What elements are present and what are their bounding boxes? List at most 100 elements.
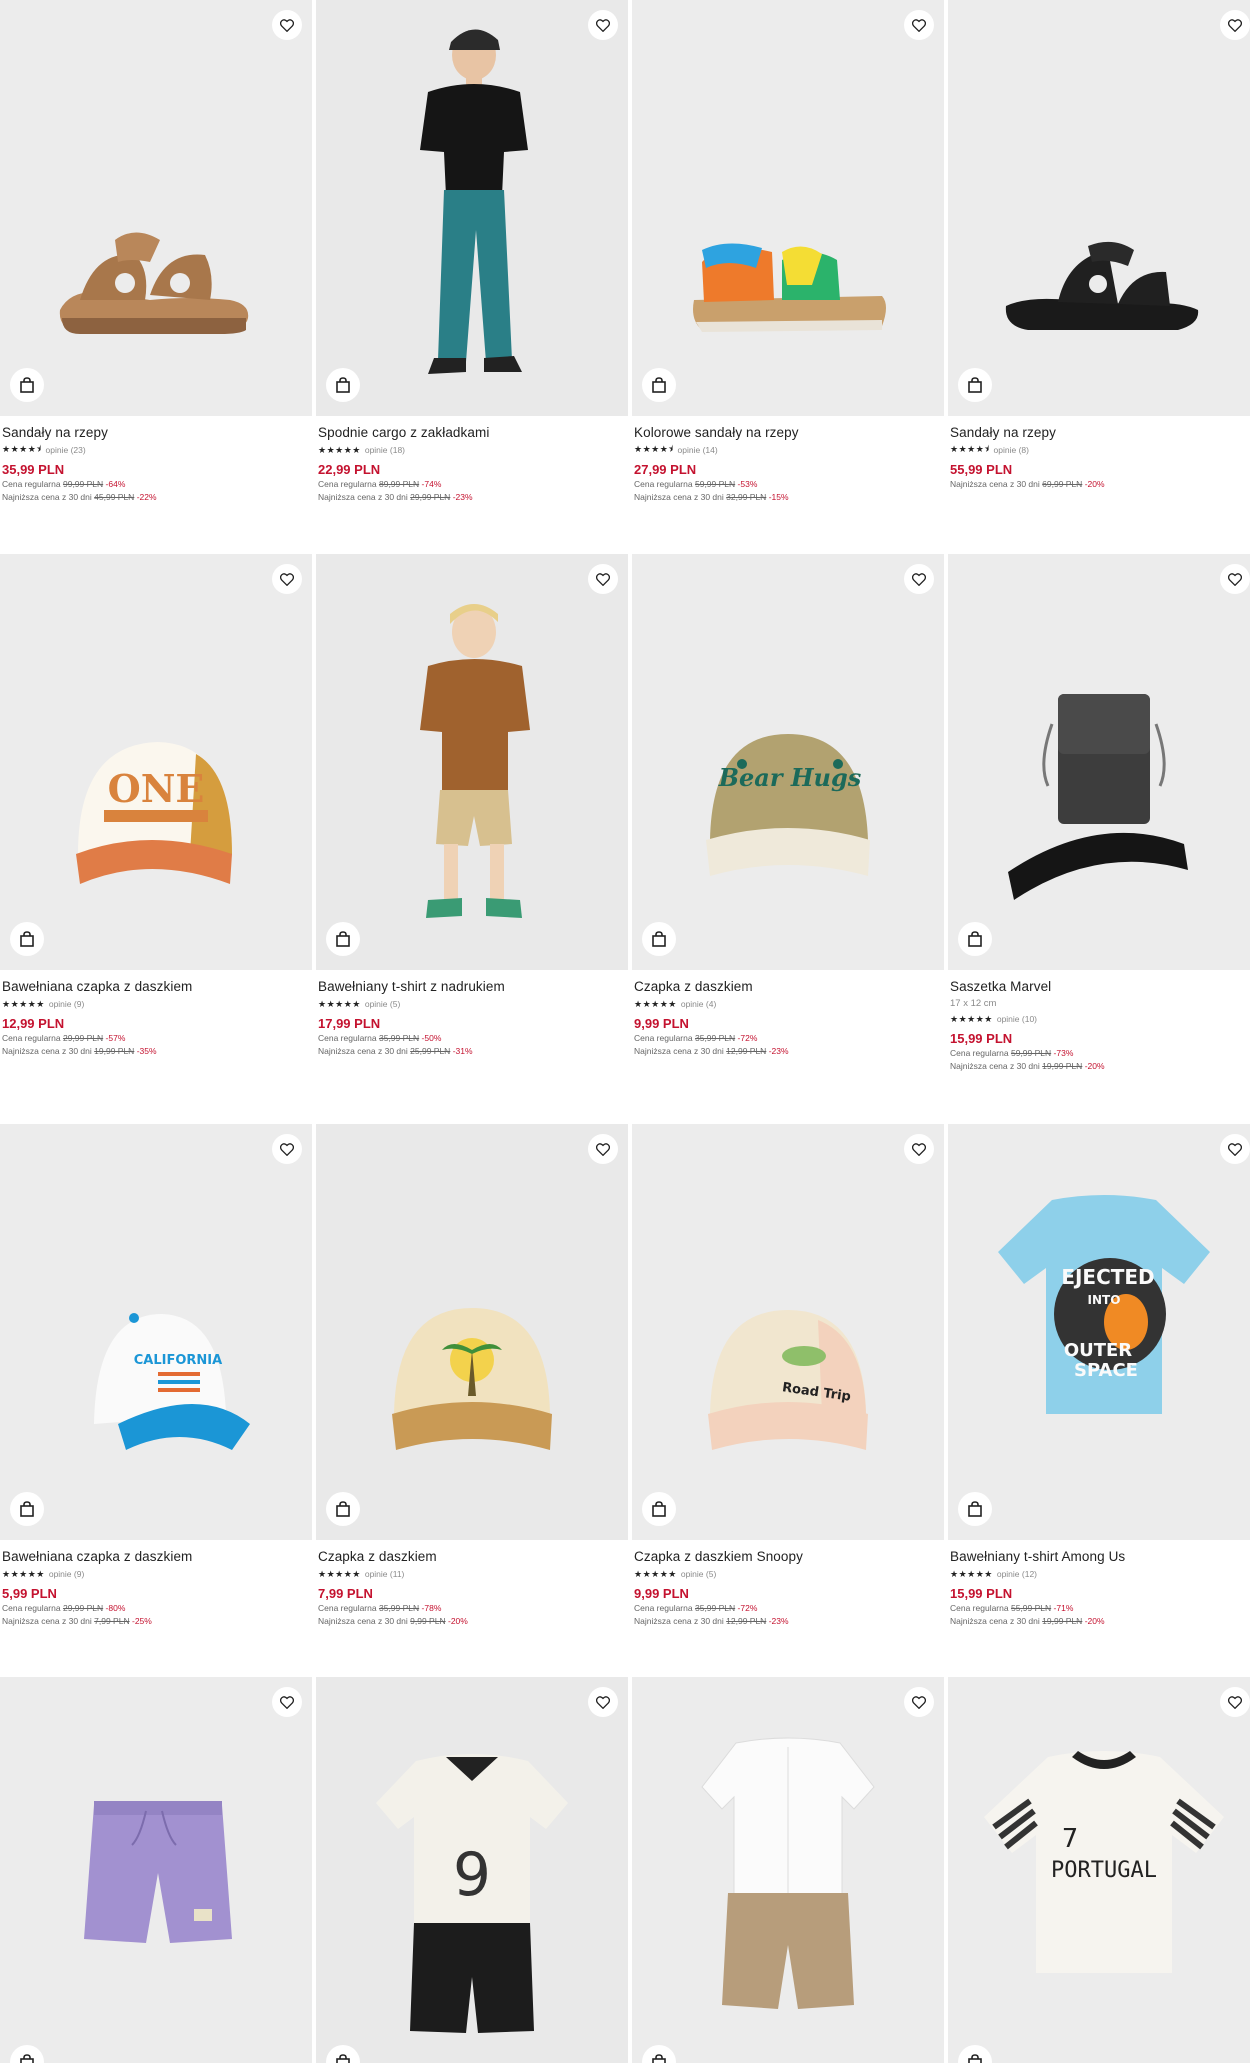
product-image[interactable] — [0, 0, 312, 416]
cap-snoopy-image: Road Trip — [708, 1310, 868, 1450]
product-card[interactable] — [632, 1677, 944, 2063]
product-card[interactable]: Sandały na rzepy ★★★★⯨ opinie (23) 35,99… — [0, 0, 312, 504]
add-to-cart-button[interactable] — [958, 922, 992, 956]
heart-icon — [596, 1142, 610, 1156]
add-to-wishlist-button[interactable] — [904, 1687, 934, 1717]
product-image[interactable] — [0, 1677, 312, 2063]
add-to-wishlist-button[interactable] — [1220, 1687, 1250, 1717]
product-card[interactable]: Sandały na rzepy ★★★★⯨ opinie (8) 55,99 … — [948, 0, 1250, 491]
product-card[interactable]: EJECTED INTO OUTER SPACE Bawełniany t-sh… — [948, 1124, 1250, 1628]
product-image[interactable] — [632, 0, 944, 416]
product-card[interactable]: Kolorowe sandały na rzepy ★★★★⯨ opinie (… — [632, 0, 944, 504]
cap-one-image: ONE — [76, 742, 232, 884]
review-count[interactable]: opinie (10) — [997, 1014, 1037, 1024]
product-card[interactable]: 7 PORTUGAL — [948, 1677, 1250, 2063]
add-to-wishlist-button[interactable] — [588, 1687, 618, 1717]
product-image[interactable] — [316, 0, 628, 416]
boy-brown-tshirt-image — [420, 604, 530, 918]
review-count[interactable]: opinie (5) — [681, 1569, 716, 1579]
product-card[interactable]: Bawełniany t-shirt z nadrukiem ★★★★★ opi… — [316, 554, 628, 1058]
product-image[interactable] — [316, 554, 628, 970]
review-count[interactable]: opinie (4) — [681, 999, 716, 1009]
add-to-wishlist-button[interactable] — [1220, 10, 1250, 40]
product-image[interactable]: Road Trip — [632, 1124, 944, 1540]
product-card[interactable]: Spodnie cargo z zakładkami ★★★★★ opinie … — [316, 0, 628, 504]
product-name[interactable]: Bawełniany t-shirt z nadrukiem — [318, 978, 626, 996]
add-to-cart-button[interactable] — [958, 368, 992, 402]
product-name[interactable]: Spodnie cargo z zakładkami — [318, 424, 626, 442]
product-image[interactable]: 7 PORTUGAL — [948, 1677, 1250, 2063]
add-to-wishlist-button[interactable] — [272, 564, 302, 594]
product-image[interactable]: EJECTED INTO OUTER SPACE — [948, 1124, 1250, 1540]
add-to-cart-button[interactable] — [10, 922, 44, 956]
product-card[interactable]: Czapka z daszkiem ★★★★★ opinie (11) 7,99… — [316, 1124, 628, 1628]
review-count[interactable]: opinie (9) — [49, 1569, 84, 1579]
add-to-wishlist-button[interactable] — [904, 10, 934, 40]
add-to-cart-button[interactable] — [326, 922, 360, 956]
product-image[interactable]: Bear Hugs — [632, 554, 944, 970]
review-count[interactable]: opinie (11) — [365, 1569, 405, 1579]
add-to-cart-button[interactable] — [10, 1492, 44, 1526]
product-name[interactable]: Bawełniany t-shirt Among Us — [950, 1548, 1250, 1566]
regular-price-label: Cena regularna — [634, 479, 693, 489]
product-name[interactable]: Sandały na rzepy — [950, 424, 1250, 442]
product-image[interactable] — [316, 1124, 628, 1540]
product-name[interactable]: Kolorowe sandały na rzepy — [634, 424, 942, 442]
product-image[interactable] — [948, 554, 1250, 970]
product-card[interactable]: 9 — [316, 1677, 628, 2063]
product-name[interactable]: Czapka z daszkiem Snoopy — [634, 1548, 942, 1566]
product-card[interactable]: Saszetka Marvel 17 x 12 cm ★★★★★ opinie … — [948, 554, 1250, 1073]
product-card[interactable] — [0, 1677, 312, 2063]
star-rating-icon: ★★★★★ — [950, 1568, 993, 1579]
product-name[interactable]: Bawełniana czapka z daszkiem — [2, 1548, 310, 1566]
add-to-wishlist-button[interactable] — [588, 1134, 618, 1164]
product-name[interactable]: Czapka z daszkiem — [318, 1548, 626, 1566]
product-image[interactable] — [632, 1677, 944, 2063]
product-card[interactable]: ONE Bawełniana czapka z daszkiem ★★★★★ o… — [0, 554, 312, 1058]
review-count[interactable]: opinie (14) — [678, 445, 718, 455]
sale-price: 7,99 PLN — [318, 1586, 373, 1601]
add-to-cart-button[interactable] — [642, 368, 676, 402]
regular-price: 35,99 PLN — [378, 1033, 420, 1043]
review-count[interactable]: opinie (9) — [49, 999, 84, 1009]
product-image[interactable]: CALIFORNIA — [0, 1124, 312, 1540]
add-to-wishlist-button[interactable] — [588, 10, 618, 40]
add-to-wishlist-button[interactable] — [1220, 1134, 1250, 1164]
product-image[interactable]: 9 — [316, 1677, 628, 2063]
add-to-wishlist-button[interactable] — [588, 564, 618, 594]
add-to-cart-button[interactable] — [642, 1492, 676, 1526]
lowest-price: 32,99 PLN — [726, 492, 767, 502]
product-image[interactable]: ONE — [0, 554, 312, 970]
add-to-cart-button[interactable] — [958, 1492, 992, 1526]
product-card[interactable]: CALIFORNIA Bawełniana czapka z daszkiem … — [0, 1124, 312, 1628]
product-card[interactable]: Road Trip Czapka z daszkiem Snoopy ★★★★★… — [632, 1124, 944, 1628]
regular-price-line: Cena regularna 35,99 PLN -72% — [634, 1602, 942, 1615]
product-name[interactable]: Saszetka Marvel — [950, 978, 1250, 996]
add-to-wishlist-button[interactable] — [272, 1134, 302, 1164]
add-to-wishlist-button[interactable] — [904, 564, 934, 594]
regular-price: 59,99 PLN — [694, 479, 736, 489]
add-to-cart-button[interactable] — [642, 922, 676, 956]
review-count[interactable]: opinie (8) — [994, 445, 1029, 455]
review-count[interactable]: opinie (12) — [997, 1569, 1037, 1579]
add-to-wishlist-button[interactable] — [272, 10, 302, 40]
product-image[interactable] — [948, 0, 1250, 416]
shopping-bag-icon — [336, 377, 350, 393]
review-count[interactable]: opinie (5) — [365, 999, 400, 1009]
product-dimensions: 17 x 12 cm — [950, 998, 997, 1009]
add-to-wishlist-button[interactable] — [904, 1134, 934, 1164]
sale-price: 15,99 PLN — [950, 1586, 1013, 1601]
add-to-wishlist-button[interactable] — [272, 1687, 302, 1717]
rating: ★★★★⯨ opinie (23) — [2, 443, 310, 457]
review-count[interactable]: opinie (23) — [46, 445, 86, 455]
add-to-cart-button[interactable] — [326, 368, 360, 402]
add-to-cart-button[interactable] — [10, 368, 44, 402]
product-name[interactable]: Bawełniana czapka z daszkiem — [2, 978, 310, 996]
shopping-bag-icon — [336, 1501, 350, 1517]
review-count[interactable]: opinie (18) — [365, 445, 405, 455]
product-card[interactable]: Bear Hugs Czapka z daszkiem ★★★★★ opinie… — [632, 554, 944, 1058]
add-to-wishlist-button[interactable] — [1220, 564, 1250, 594]
product-name[interactable]: Sandały na rzepy — [2, 424, 310, 442]
add-to-cart-button[interactable] — [326, 1492, 360, 1526]
product-name[interactable]: Czapka z daszkiem — [634, 978, 942, 996]
